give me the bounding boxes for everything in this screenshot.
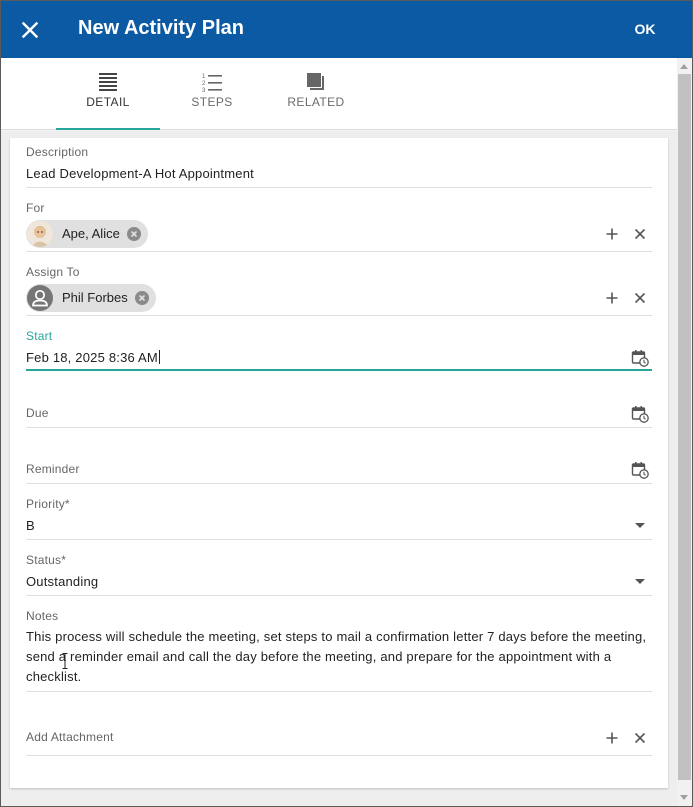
priority-label: Priority* xyxy=(26,497,70,511)
assign-to-field[interactable]: Assign To Phil Forbes xyxy=(26,261,652,316)
for-chip-label: Ape, Alice xyxy=(62,226,120,241)
reminder-calendar-button[interactable] xyxy=(631,461,649,479)
calendar-clock-icon xyxy=(631,462,649,479)
numbered-list-icon: 1 2 3 xyxy=(202,74,222,92)
start-value: Feb 18, 2025 8:36 AM xyxy=(26,350,158,365)
start-calendar-button[interactable] xyxy=(631,349,649,367)
tab-related[interactable]: RELATED xyxy=(264,58,368,130)
for-label: For xyxy=(26,201,45,215)
scroll-down-arrow-icon[interactable] xyxy=(680,795,688,800)
start-label: Start xyxy=(26,329,53,343)
close-button[interactable] xyxy=(18,18,42,42)
remove-chip-icon[interactable] xyxy=(127,227,141,241)
attachment-field[interactable]: Add Attachment xyxy=(26,721,652,756)
tab-label: STEPS xyxy=(191,95,233,109)
notes-label: Notes xyxy=(26,609,59,623)
scrollbar-thumb[interactable] xyxy=(678,74,691,780)
close-icon xyxy=(634,228,646,240)
chevron-down-icon[interactable] xyxy=(635,579,645,584)
text-cursor-icon xyxy=(62,653,68,669)
tab-bar: DETAIL 1 2 3 STEPS RELATED xyxy=(1,58,692,130)
add-for-button[interactable] xyxy=(603,225,621,243)
clear-attachment-button[interactable] xyxy=(631,729,649,747)
vertical-scrollbar[interactable] xyxy=(677,58,692,806)
start-date-field[interactable]: Start Feb 18, 2025 8:36 AM xyxy=(26,325,652,371)
plus-icon xyxy=(606,228,618,240)
remove-chip-icon[interactable] xyxy=(135,291,149,305)
status-select[interactable]: Status* Outstanding xyxy=(26,549,652,596)
calendar-clock-icon xyxy=(631,406,649,423)
tab-steps[interactable]: 1 2 3 STEPS xyxy=(160,58,264,130)
contact-photo-avatar xyxy=(27,221,53,247)
assign-to-label: Assign To xyxy=(26,265,80,279)
assign-to-chip[interactable]: Phil Forbes xyxy=(26,284,156,312)
description-value: Lead Development-A Hot Appointment xyxy=(26,166,254,181)
ok-button[interactable]: OK xyxy=(627,19,663,39)
status-value: Outstanding xyxy=(26,574,99,589)
description-label: Description xyxy=(26,145,89,159)
close-icon xyxy=(21,21,39,39)
dialog-window: New Activity Plan OK DETAIL 1 2 3 STEPS … xyxy=(0,0,693,807)
chevron-down-icon[interactable] xyxy=(635,523,645,528)
due-calendar-button[interactable] xyxy=(631,405,649,423)
notes-textarea[interactable]: Notes This process will schedule the mee… xyxy=(26,605,652,692)
description-field[interactable]: Description Lead Development-A Hot Appoi… xyxy=(26,141,652,188)
status-label: Status* xyxy=(26,553,67,567)
clear-assignee-button[interactable] xyxy=(631,289,649,307)
start-value-wrap: Feb 18, 2025 8:36 AM xyxy=(26,350,160,365)
person-icon xyxy=(27,285,53,311)
priority-value: B xyxy=(26,518,35,533)
calendar-clock-icon xyxy=(631,350,649,367)
svg-text:2: 2 xyxy=(202,81,206,87)
tab-detail[interactable]: DETAIL xyxy=(56,58,160,130)
notes-value: This process will schedule the meeting, … xyxy=(26,629,647,684)
svg-text:1: 1 xyxy=(202,74,206,80)
plus-icon xyxy=(606,732,618,744)
scroll-up-arrow-icon[interactable] xyxy=(680,64,688,69)
dialog-header: New Activity Plan OK xyxy=(1,1,692,58)
plus-icon xyxy=(606,292,618,304)
due-date-field[interactable]: Due xyxy=(26,381,652,428)
reminder-label: Reminder xyxy=(26,462,80,476)
related-stack-icon xyxy=(307,73,324,90)
for-field[interactable]: For Ape, Alice xyxy=(26,197,652,252)
due-label: Due xyxy=(26,406,49,420)
dialog-title: New Activity Plan xyxy=(78,17,244,39)
attachment-label: Add Attachment xyxy=(26,730,114,744)
for-contact-chip[interactable]: Ape, Alice xyxy=(26,220,148,248)
add-assignee-button[interactable] xyxy=(603,289,621,307)
reminder-field[interactable]: Reminder xyxy=(26,437,652,484)
tab-label: DETAIL xyxy=(86,95,130,109)
clear-for-button[interactable] xyxy=(631,225,649,243)
tab-label: RELATED xyxy=(287,95,345,109)
close-icon xyxy=(634,732,646,744)
detail-lines-icon xyxy=(99,73,117,91)
text-caret xyxy=(158,350,160,364)
priority-select[interactable]: Priority* B xyxy=(26,493,652,540)
svg-text:3: 3 xyxy=(202,88,206,92)
add-attachment-button[interactable] xyxy=(603,729,621,747)
assign-to-chip-label: Phil Forbes xyxy=(62,290,128,305)
close-icon xyxy=(634,292,646,304)
